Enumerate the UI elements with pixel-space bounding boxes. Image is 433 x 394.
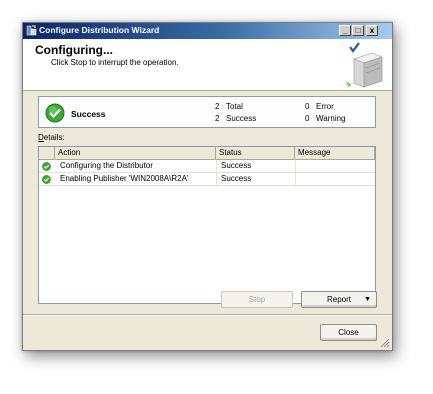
page-title: Configuring... (35, 43, 113, 57)
row-status: Success (221, 161, 252, 170)
row-action: Enabling Publisher 'WIN2008A\R2A' (60, 174, 189, 183)
success-check-icon (42, 175, 51, 184)
wizard-icon (26, 25, 37, 36)
minimize-button[interactable]: _ (339, 25, 351, 36)
header-band: Configuring... Click Stop to interrupt t… (23, 39, 392, 91)
page-subtitle: Click Stop to interrupt the operation. (51, 58, 179, 67)
total-count: 2 (215, 102, 220, 111)
details-label-text: etails: (43, 133, 65, 142)
success-label: Success (226, 114, 257, 123)
report-button[interactable]: Report ▼ (301, 291, 377, 308)
table-row[interactable]: Configuring the Distributor Success (39, 160, 375, 173)
server-check-icon (346, 42, 384, 88)
details-label: Details: (38, 133, 65, 142)
window-title: Configure Distribution Wizard (39, 25, 160, 35)
success-count: 2 (215, 114, 220, 123)
summary-panel: Success 2 Total 2 Success 0 Error 0 Warn… (38, 96, 376, 128)
stop-button[interactable]: Stop (221, 291, 293, 308)
column-header-icon[interactable] (39, 147, 55, 160)
warning-label: Warning (316, 114, 346, 123)
details-grid[interactable]: Action Status Message Configuring the Di… (38, 146, 376, 304)
row-action: Configuring the Distributor (60, 161, 153, 170)
maximize-button[interactable]: □ (352, 25, 364, 36)
title-bar[interactable]: Configure Distribution Wizard _ □ x (23, 23, 392, 39)
table-row[interactable]: Enabling Publisher 'WIN2008A\R2A' Succes… (39, 173, 375, 186)
column-header-action[interactable]: Action (55, 147, 216, 160)
column-header-message[interactable]: Message (295, 147, 375, 160)
success-check-icon (45, 103, 65, 123)
error-label: Error (316, 102, 334, 111)
column-divider (295, 160, 296, 172)
total-label: Total (226, 102, 243, 111)
resize-grip-icon[interactable] (380, 338, 390, 348)
report-label: Report (326, 295, 351, 304)
row-message (297, 160, 300, 172)
row-status: Success (221, 174, 252, 183)
footer-divider (23, 314, 392, 316)
close-button[interactable]: Close (320, 324, 377, 341)
row-message (297, 173, 300, 185)
chevron-down-icon: ▼ (364, 296, 371, 303)
column-divider (216, 173, 217, 185)
success-check-icon (42, 162, 51, 171)
close-window-button[interactable]: x (366, 25, 378, 36)
column-divider (295, 173, 296, 185)
column-divider (216, 160, 217, 172)
column-header-status[interactable]: Status (216, 147, 295, 160)
wizard-window: Configure Distribution Wizard _ □ x Conf… (22, 22, 393, 351)
summary-status: Success (71, 109, 106, 119)
warning-count: 0 (305, 114, 310, 123)
error-count: 0 (305, 102, 310, 111)
